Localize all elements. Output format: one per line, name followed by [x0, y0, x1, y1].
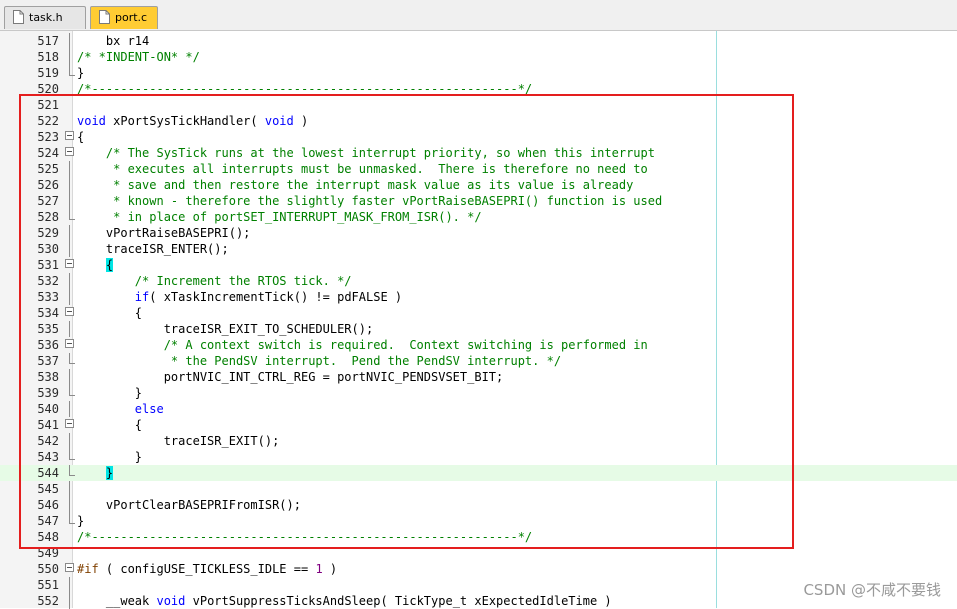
code-token: vPortSuppressTicksAndSleep( TickType_t x…	[185, 594, 612, 608]
code-token: /* *INDENT-ON* */	[77, 50, 200, 64]
fold-guide	[69, 33, 70, 49]
line-number: 552	[37, 594, 59, 608]
code-token: 1	[315, 562, 323, 576]
fold-guide	[69, 577, 70, 593]
code-line[interactable]: 517 bx r14	[0, 33, 957, 49]
tab-task-h[interactable]: task.h	[4, 6, 86, 29]
tab-bar: task.h port.c	[0, 0, 957, 31]
file-icon	[13, 10, 24, 24]
file-icon	[99, 10, 110, 24]
code-token: #if	[77, 562, 99, 576]
code-token: __weak	[77, 594, 157, 608]
code-text: /* *INDENT-ON* */	[77, 49, 200, 65]
watermark: CSDN @不咸不要钱	[803, 581, 941, 599]
fold-end-marker	[69, 65, 75, 76]
code-token: )	[322, 562, 338, 576]
code-line[interactable]: 519}	[0, 65, 957, 81]
code-token: void	[156, 594, 186, 608]
code-line[interactable]: 550 #if ( configUSE_TICKLESS_IDLE == 1 )	[0, 561, 957, 577]
tab-port-c[interactable]: port.c	[90, 6, 158, 29]
annotation-box	[19, 94, 794, 549]
fold-collapse-icon[interactable]	[65, 563, 74, 572]
fold-guide	[69, 49, 70, 65]
line-number: 517	[37, 34, 59, 48]
line-number: 551	[37, 578, 59, 592]
code-token: }	[77, 66, 85, 80]
code-text: #if ( configUSE_TICKLESS_IDLE == 1 )	[77, 561, 337, 577]
code-token: bx r14	[77, 34, 150, 48]
tab-label: port.c	[115, 11, 148, 24]
line-number: 519	[37, 66, 59, 80]
tab-label: task.h	[29, 11, 63, 24]
line-number: 550	[37, 562, 59, 576]
code-token: ( configUSE_TICKLESS_IDLE ==	[98, 562, 316, 576]
line-number: 518	[37, 50, 59, 64]
code-text: }	[77, 65, 84, 81]
fold-guide	[69, 593, 70, 609]
code-text: bx r14	[77, 33, 149, 49]
code-line[interactable]: 518 /* *INDENT-ON* */	[0, 49, 957, 65]
code-text: __weak void vPortSuppressTicksAndSleep( …	[77, 593, 612, 609]
